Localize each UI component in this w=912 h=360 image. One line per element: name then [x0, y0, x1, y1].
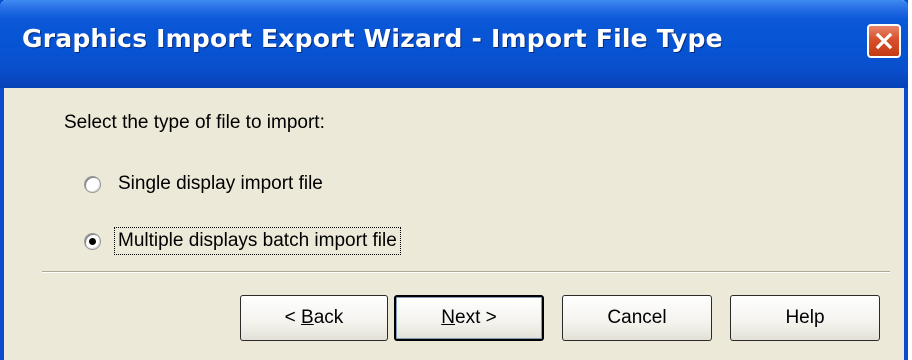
next-label-rest: ext >: [455, 307, 497, 328]
back-prefix: <: [284, 307, 302, 328]
radio-multiple-displays[interactable]: [84, 232, 101, 250]
divider: [42, 271, 890, 273]
option-label-single-display[interactable]: Single display import file: [115, 171, 326, 197]
title-bar[interactable]: Graphics Import Export Wizard - Import F…: [0, 0, 908, 88]
option-multiple-displays[interactable]: Multiple displays batch import file: [84, 227, 401, 255]
next-mnemonic: N: [441, 307, 455, 328]
wizard-window: Graphics Import Export Wizard - Import F…: [0, 0, 908, 360]
close-button[interactable]: [867, 24, 901, 58]
cancel-button[interactable]: Cancel: [562, 295, 712, 341]
back-button[interactable]: < Back: [240, 295, 388, 341]
back-mnemonic: B: [301, 307, 314, 328]
option-label-multiple-displays[interactable]: Multiple displays batch import file: [114, 227, 401, 255]
file-type-prompt: Select the type of file to import:: [64, 112, 325, 133]
next-button[interactable]: Next >: [394, 295, 544, 341]
help-button[interactable]: Help: [730, 295, 880, 341]
option-single-display[interactable]: Single display import file: [84, 171, 326, 197]
close-x-icon: [875, 32, 893, 50]
radio-single-display[interactable]: [84, 175, 101, 193]
window-title: Graphics Import Export Wizard - Import F…: [22, 24, 723, 53]
back-label-rest: ack: [313, 307, 344, 328]
